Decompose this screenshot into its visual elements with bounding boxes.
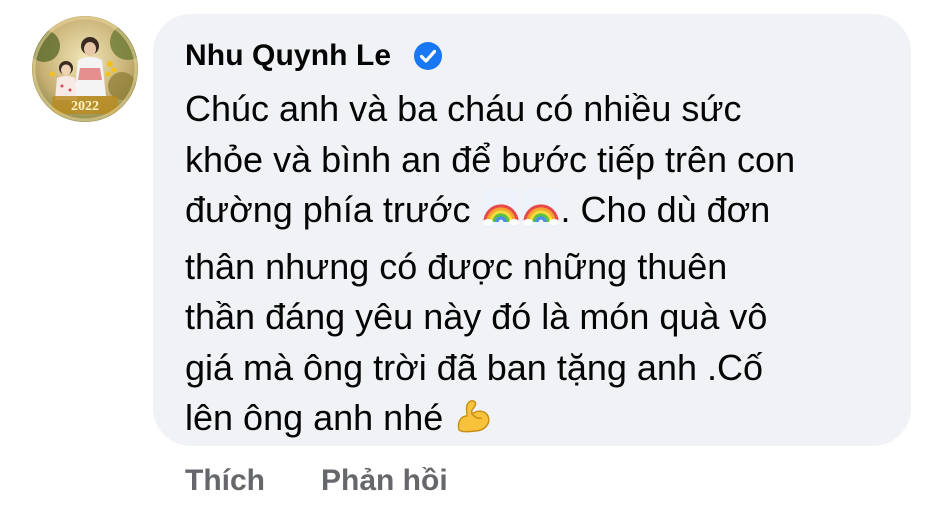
comment-line: thần đáng yêu này đó là món quà vô: [185, 296, 768, 337]
comment-line: thân nhưng có được những thuên: [185, 245, 728, 287]
rainbow-emoji-icon: [521, 188, 561, 242]
reply-button[interactable]: Phản hồi: [321, 464, 448, 498]
avatar-caption: 2022: [71, 99, 99, 114]
comment-line: lên ông anh nhé: [185, 393, 895, 450]
comment-actions: Thích Phản hồi: [185, 464, 448, 498]
rainbow-emoji-icon: [481, 188, 521, 242]
comment-line: khỏe và bình an để bước tiếp trên con: [185, 138, 796, 180]
like-button[interactable]: Thích: [185, 464, 265, 498]
author-name[interactable]: Nhu Quynh Le: [185, 39, 391, 73]
verified-badge-icon: [413, 41, 443, 71]
comment-line: đường phía trước . Cho dù đơn: [185, 185, 895, 242]
comment-line-text: đường phía trước: [185, 189, 481, 230]
comment-line-text: lên ông anh nhé: [185, 397, 454, 438]
comment-bubble: Nhu Quynh Le Chúc anh và ba cháu có nhiề…: [153, 14, 911, 446]
avatar[interactable]: 2022: [32, 16, 138, 122]
comment-text: Chúc anh và ba cháu có nhiều sức khỏe và…: [185, 84, 895, 450]
author-row: Nhu Quynh Le: [185, 36, 443, 76]
avatar-photo: 2022: [32, 16, 138, 122]
flexed-biceps-emoji-icon: [453, 396, 493, 450]
comment-line: giá mà ông trời đã ban tặng anh .Cố: [185, 346, 763, 388]
comment: 2022 Nhu Quynh Le Chúc anh và ba cháu có…: [0, 0, 945, 508]
comment-line-text: . Cho dù đơn: [560, 189, 771, 230]
comment-line: Chúc anh và ba cháu có nhiều sức: [185, 88, 742, 129]
